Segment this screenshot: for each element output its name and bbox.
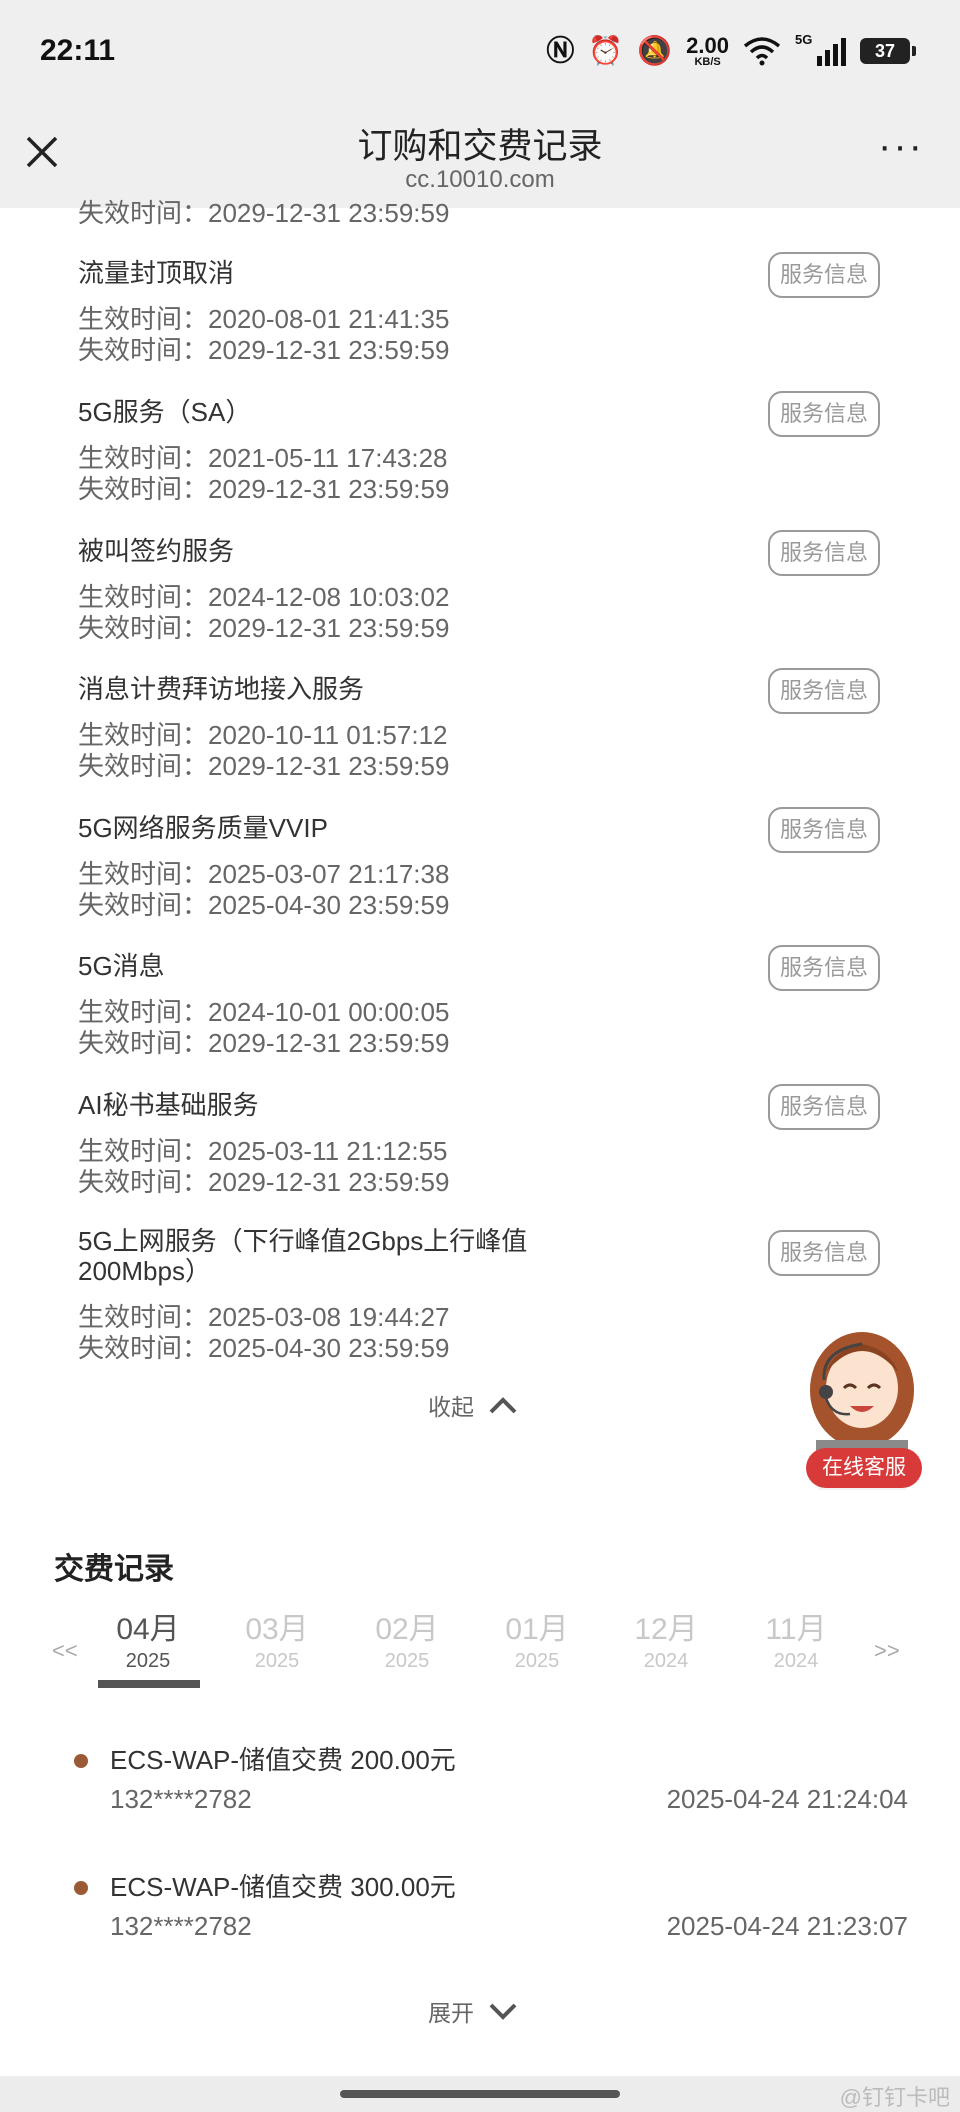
service-item: 流量封顶取消生效时间：2020-08-01 21:41:35 失效时间：2029-…	[78, 252, 898, 366]
bullet-dot	[74, 1881, 88, 1895]
service-end-time: 失效时间：2029-12-31 23:59:59	[78, 613, 450, 643]
chevron-up-icon	[489, 1397, 517, 1414]
service-info-button[interactable]: 服务信息	[768, 1230, 880, 1276]
service-start-time: 生效时间：2021-05-11 17:43:28	[78, 443, 448, 473]
service-info-button[interactable]: 服务信息	[768, 668, 880, 714]
service-item: 被叫签约服务生效时间：2024-12-08 10:03:02 失效时间：2029-…	[78, 530, 898, 644]
service-name: 5G上网服务（下行峰值2Gbps上行峰值 200Mbps）	[78, 1226, 528, 1286]
service-name: 5G网络服务质量VVIP	[78, 813, 328, 843]
chevron-down-icon	[489, 2003, 517, 2020]
tab-month-02-2025[interactable]: 02月 2025	[357, 1612, 457, 1674]
status-icons: Ⓝ ⏰ 🔕 2.00 KB/S 5G 37	[546, 32, 916, 68]
service-start-time: 生效时间：2024-12-08 10:03:02	[78, 582, 450, 612]
status-time: 22:11	[40, 34, 116, 67]
payment-desc: ECS-WAP-储值交费 300.00元	[110, 1872, 456, 1902]
active-tab-indicator	[98, 1680, 200, 1688]
service-item: 5G消息生效时间：2024-10-01 00:00:05 失效时间：2029-12…	[78, 945, 898, 1059]
wifi-icon	[743, 37, 781, 66]
service-end-time: 失效时间：2029-12-31 23:59:59	[78, 335, 450, 365]
page-url: cc.10010.com	[405, 166, 555, 193]
service-end-time: 失效时间：2029-12-31 23:59:59	[78, 1167, 450, 1197]
service-end-time: 失效时间：2029-12-31 23:59:59	[78, 751, 450, 781]
service-info-button[interactable]: 服务信息	[768, 807, 880, 853]
service-info-button[interactable]: 服务信息	[768, 391, 880, 437]
service-name: 5G服务（SA）	[78, 397, 252, 427]
service-name: 消息计费拜访地接入服务	[78, 674, 365, 704]
alarm-icon: ⏰	[588, 35, 624, 66]
service-start-time: 生效时间：2020-08-01 21:41:35	[78, 304, 450, 334]
service-end-time: 失效时间：2029-12-31 23:59:59	[78, 474, 450, 504]
service-start-time: 生效时间：2025-03-08 19:44:27	[78, 1302, 450, 1332]
bottom-bar: @钉钉卡吧	[0, 2076, 960, 2112]
payment-desc: ECS-WAP-储值交费 200.00元	[110, 1745, 456, 1775]
service-info-button[interactable]: 服务信息	[768, 945, 880, 991]
bullet-dot	[74, 1754, 88, 1768]
tab-month-11-2024[interactable]: 11月 2024	[746, 1612, 846, 1674]
service-name: AI秘书基础服务	[78, 1090, 259, 1120]
service-info-button[interactable]: 服务信息	[768, 252, 880, 298]
next-months-button[interactable]: >>	[874, 1638, 900, 1664]
service-item: 5G网络服务质量VVIP 生效时间：2025-03-07 21:17:38 失效时间…	[78, 807, 898, 921]
tab-month-04-2025[interactable]: 04月 2025	[98, 1612, 198, 1674]
more-icon[interactable]: ···	[878, 126, 924, 166]
tab-month-01-2025[interactable]: 01月 2025	[487, 1612, 587, 1674]
service-info-button[interactable]: 服务信息	[768, 530, 880, 576]
signal-icon: 5G	[795, 32, 846, 66]
payment-phone: 132****2782	[110, 1911, 252, 1941]
partial-service-item: 失效时间：2029-12-31 23:59:59	[78, 198, 450, 228]
service-name: 5G消息	[78, 951, 165, 981]
collapse-button[interactable]: 收起	[428, 1388, 518, 1422]
month-tabs: << 04月 2025 03月 2025 02月 2025 01月 2025 1…	[0, 1612, 960, 1696]
service-end-time: 失效时间：2025-04-30 23:59:59	[78, 890, 450, 920]
prev-months-button[interactable]: <<	[52, 1638, 78, 1664]
service-end-time: 失效时间：2029-12-31 23:59:59	[78, 1028, 450, 1058]
network-speed: 2.00 KB/S	[686, 32, 729, 68]
nav-header: 订购和交费记录 cc.10010.com ···	[0, 100, 960, 208]
tab-month-12-2024[interactable]: 12月 2024	[616, 1612, 716, 1674]
service-start-time: 生效时间：2025-03-11 21:12:55	[78, 1136, 448, 1166]
mute-icon: 🔕	[637, 35, 673, 66]
service-end-time: 失效时间：2025-04-30 23:59:59	[78, 1333, 450, 1363]
nfc-icon: Ⓝ	[546, 35, 575, 66]
service-item: 5G上网服务（下行峰值2Gbps上行峰值 200Mbps） 生效时间：2025-0…	[78, 1226, 898, 1364]
service-item: 消息计费拜访地接入服务生效时间：2020-10-11 01:57:12 失效时间：…	[78, 668, 898, 782]
service-name: 被叫签约服务	[78, 536, 235, 566]
watermark: @钉钉卡吧	[839, 2085, 950, 2110]
payment-time: 2025-04-24 21:23:07	[666, 1911, 908, 1941]
service-start-time: 生效时间：2024-10-01 00:00:05	[78, 997, 450, 1027]
payment-time: 2025-04-24 21:24:04	[666, 1784, 908, 1814]
service-name: 流量封顶取消	[78, 258, 235, 288]
payment-phone: 132****2782	[110, 1784, 252, 1814]
status-bar: 22:11 Ⓝ ⏰ 🔕 2.00 KB/S 5G 37	[0, 0, 960, 100]
home-indicator[interactable]	[340, 2090, 620, 2098]
service-start-time: 生效时间：2020-10-11 01:57:12	[78, 720, 448, 750]
payment-section-title: 交费记录	[54, 1553, 174, 1586]
online-service-badge[interactable]: 在线客服	[806, 1448, 922, 1488]
service-item: AI秘书基础服务生效时间：2025-03-11 21:12:55 失效时间：202…	[78, 1084, 898, 1198]
service-start-time: 生效时间：2025-03-07 21:17:38	[78, 859, 450, 889]
tab-month-03-2025[interactable]: 03月 2025	[227, 1612, 327, 1674]
page-title: 订购和交费记录	[357, 127, 603, 166]
service-item: 5G服务（SA） 生效时间：2021-05-11 17:43:28 失效时间：202…	[78, 391, 898, 505]
service-info-button[interactable]: 服务信息	[768, 1084, 880, 1130]
battery-icon: 37	[860, 38, 916, 64]
expand-button[interactable]: 展开	[428, 1994, 518, 2028]
